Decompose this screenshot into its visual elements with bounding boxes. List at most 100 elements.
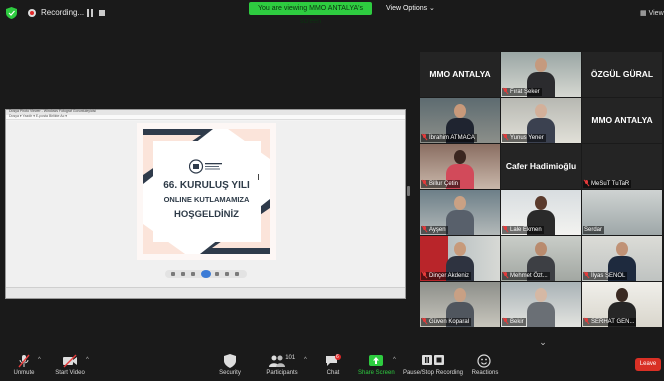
participant-name-tag: Ayşen [421,226,448,234]
participants-label: Participants [266,370,298,376]
chat-label: Chat [326,370,340,376]
participant-name-tag: SERHAT GEN... [583,318,637,326]
photo-viewer-menu: Dosya ▾ Yazdir ▾ E-posta Birlikte Ac ▾ [6,114,405,120]
shield-icon [224,354,236,368]
participant-tile[interactable]: MMO ANTALYA [582,98,662,143]
video-off-icon [63,354,77,368]
participant-tile[interactable]: MeSuT TuTaR [582,144,662,189]
reactions-label: Reactions [471,370,499,376]
participant-tile-active[interactable]: İbrahim ATMACA [420,98,500,143]
participant-tile[interactable]: İlyas ŞENOL [582,236,662,281]
actual-size-icon[interactable] [181,272,185,276]
mic-muted-icon [584,180,589,186]
audio-options-caret-icon[interactable]: ^ [38,357,41,363]
previous-icon[interactable] [191,272,195,276]
participant-tile[interactable]: Serdar [582,190,662,235]
mic-muted-icon [18,354,30,368]
mic-muted-icon [503,88,508,94]
mic-muted-icon [422,134,427,140]
mic-muted-icon [584,318,589,324]
zoom-icon[interactable] [171,272,175,276]
slideshow-icon[interactable] [201,270,211,278]
mic-muted-icon [503,272,508,278]
video-options-caret-icon[interactable]: ^ [86,357,89,363]
pause-recording-icon[interactable] [86,9,94,17]
delete-icon[interactable] [235,272,239,276]
participant-tile[interactable]: Güven Koparal [420,282,500,327]
participant-tile[interactable]: Dinçer Akdeniz [420,236,500,281]
participant-video [446,196,474,235]
unmute-button[interactable]: Unmute [6,354,42,380]
photo-viewer-body: 66. KURULUŞ YILI ONLINE KUTLAMAMIZA HOŞG… [6,121,405,287]
stop-recording-icon[interactable] [99,10,105,16]
grid-icon: ▦ [640,10,647,17]
mic-muted-icon [422,226,427,232]
pause-stop-recording-button[interactable]: Pause/Stop Recording [402,354,464,380]
reactions-button[interactable]: Reactions [468,354,502,380]
shield-icon[interactable] [6,7,17,19]
view-options-button[interactable]: View Options ⌄ [386,4,435,12]
slide-frame [143,129,270,254]
chat-button[interactable]: 6 Chat [318,354,348,380]
share-screen-button[interactable]: Share Screen [358,354,395,380]
chat-badge: 6 [336,354,339,360]
participant-tile[interactable]: Lale Ekmen [501,190,581,235]
security-label: Security [219,370,241,376]
split-divider-handle[interactable] [407,186,410,196]
rotate-left-icon[interactable] [225,272,229,276]
participant-name-tag: Bekir [502,318,526,326]
gallery-next-page-icon[interactable]: ⌄ [537,337,549,347]
participant-tile[interactable]: Bekir [501,282,581,327]
reactions-icon [477,354,491,368]
participant-tile[interactable]: Yunus Yener [501,98,581,143]
participant-tile[interactable]: Mehmet Özt... [501,236,581,281]
slide-line-1: 66. KURULUŞ YILI [163,180,250,191]
participant-tile[interactable]: Fırat Şeker [501,52,581,97]
share-screen-icon [369,355,383,366]
participant-video [527,288,555,327]
meeting-toolbar: Unmute ^ Start Video ^ Security 101 Part… [0,348,664,381]
start-video-label: Start Video [55,370,85,376]
next-icon[interactable] [215,272,219,276]
participant-tile[interactable]: MMO ANTALYA [420,52,500,97]
welcome-slide: 66. KURULUŞ YILI ONLINE KUTLAMAMIZA HOŞG… [137,123,276,260]
participant-tile[interactable]: Cafer Hadimioğlu [501,144,581,189]
participant-name-tag: Mehmet Özt... [502,272,550,280]
participant-name: ÖZGÜL GÜRAL [590,69,654,79]
participant-name-tag: Fırat Şeker [502,88,542,96]
shared-window: Dosya Photo Viewer - Windows Fotograf Go… [5,109,406,299]
share-screen-label: Share Screen [358,370,395,376]
participant-tile[interactable]: Billur Çetin [420,144,500,189]
view-button[interactable]: ▦ View [640,9,664,17]
pause-stop-recording-label: Pause/Stop Recording [402,370,464,376]
participant-gallery: MMO ANTALYA Fırat Şeker ÖZGÜL GÜRAL İbra… [418,50,664,336]
share-options-caret-icon[interactable]: ^ [393,357,396,363]
participants-button[interactable]: 101 Participants [262,354,302,380]
participant-tile[interactable]: ÖZGÜL GÜRAL [582,52,662,97]
leave-button[interactable]: Leave [635,358,661,371]
slide-content: 66. KURULUŞ YILI ONLINE KUTLAMAMIZA HOŞG… [143,129,270,254]
participant-name-tag: Dinçer Akdeniz [421,272,472,280]
slide-line-3: HOŞGELDİNİZ [174,209,239,220]
photo-viewer-status [6,287,405,298]
start-video-button[interactable]: Start Video [50,354,90,380]
slide-line-2: ONLINE KUTLAMAMIZA [163,195,250,204]
view-label: View [648,10,664,17]
unmute-label: Unmute [13,370,35,376]
participant-name-tag: Serdar [583,226,605,234]
participant-name: MMO ANTALYA [591,115,653,125]
mic-muted-icon [503,134,508,140]
mic-muted-icon [584,272,589,278]
photo-viewer-title: Dosya Photo Viewer - Windows Fotograf Go… [9,109,96,113]
participant-name-tag: MeSuT TuTaR [583,180,632,188]
recording-label: Recording... [41,8,85,17]
participant-tile[interactable]: SERHAT GEN... [582,282,662,327]
mic-muted-icon [422,272,427,278]
participants-caret-icon[interactable]: ^ [304,357,307,363]
photo-viewer-nav [165,270,247,278]
mouse-cursor-icon [258,174,262,180]
participant-name-tag: Lale Ekmen [502,226,544,234]
mic-muted-icon [503,226,508,232]
security-button[interactable]: Security [212,354,248,380]
participant-tile[interactable]: Ayşen [420,190,500,235]
